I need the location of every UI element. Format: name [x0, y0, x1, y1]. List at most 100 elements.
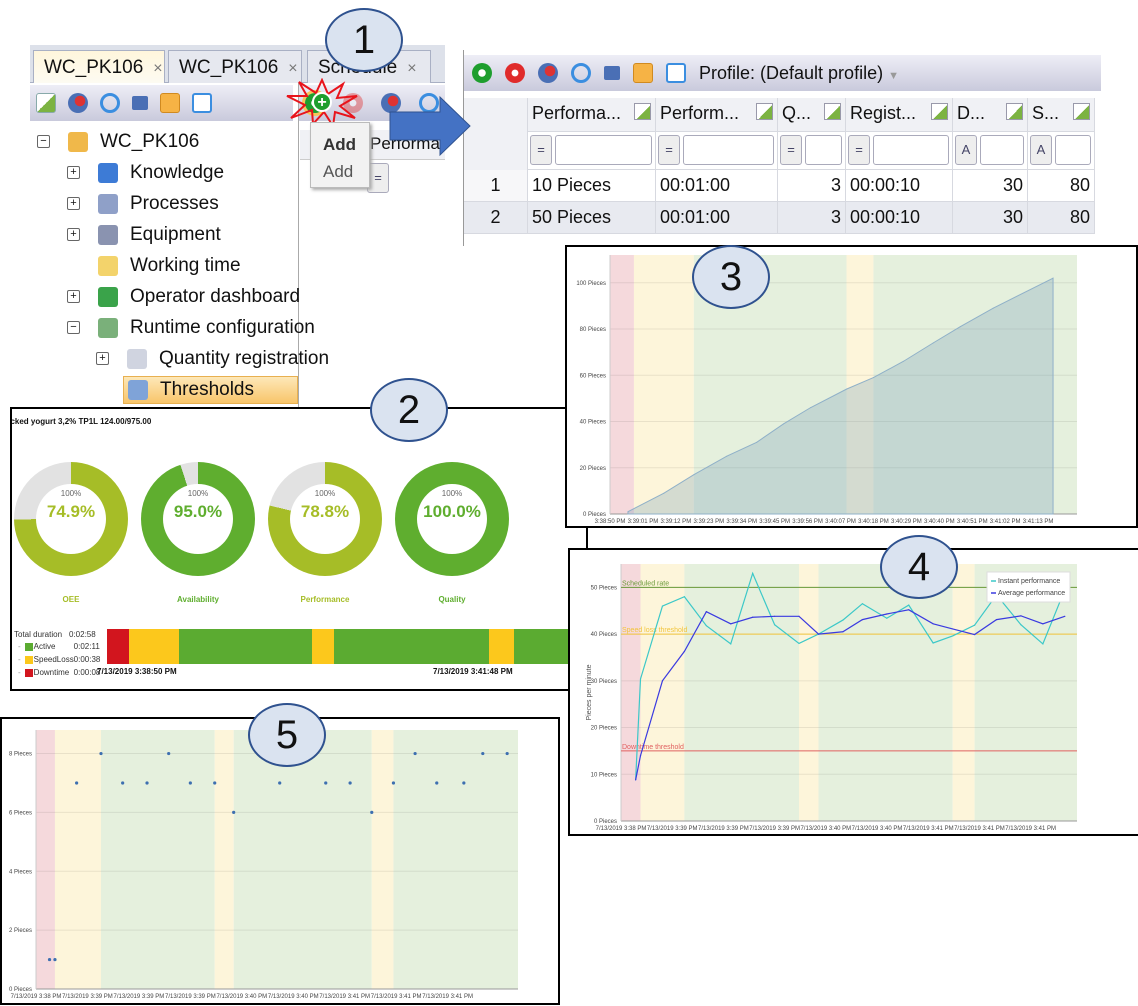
tree-item[interactable]: WC_PK106: [68, 128, 199, 156]
filter-input[interactable]: [1055, 135, 1091, 165]
filter-text-icon[interactable]: A: [1030, 135, 1052, 165]
expand-icon[interactable]: +: [96, 352, 109, 365]
x-tick-label: 7/13/2019 3:40 PM: [216, 994, 267, 1000]
band-downtime: [610, 255, 634, 514]
tree-item[interactable]: Processes: [98, 190, 219, 218]
tab-wc-pk106-2[interactable]: WC_PK106 ×: [168, 50, 302, 83]
find-icon[interactable]: [68, 93, 88, 113]
column-header[interactable]: Performa...: [528, 98, 656, 132]
donut-label: OEE: [62, 595, 80, 604]
edit-column-icon[interactable]: [1073, 103, 1090, 120]
edit-column-icon[interactable]: [824, 103, 841, 120]
tree-item[interactable]: Quantity registration: [127, 345, 329, 373]
filter-input[interactable]: [683, 135, 774, 165]
collapse-icon[interactable]: −: [37, 135, 50, 148]
tree-item[interactable]: Operator dashboard: [98, 283, 300, 311]
filter-equals-icon[interactable]: =: [530, 135, 552, 165]
clipboard-icon[interactable]: [633, 63, 653, 83]
profile-dropdown[interactable]: Profile: (Default profile) ▼: [699, 63, 899, 84]
y-tick-label: 20 Pieces: [580, 466, 606, 472]
legend-label: Active: [33, 642, 56, 651]
close-icon[interactable]: ×: [407, 60, 416, 77]
close-icon[interactable]: ×: [288, 60, 297, 77]
edit-column-icon[interactable]: [931, 103, 948, 120]
x-tick-label: 7/13/2019 3:41 PM: [319, 994, 370, 1000]
dashboard-icon: [98, 287, 118, 307]
tree-item[interactable]: Knowledge: [98, 159, 224, 187]
data-point: [53, 957, 57, 962]
x-tick-label: 7/13/2019 3:41 PM: [954, 826, 1005, 832]
add-icon[interactable]: [472, 63, 492, 83]
tree-item[interactable]: Working time: [98, 252, 241, 280]
filter-text-icon[interactable]: A: [955, 135, 977, 165]
add-row-icon[interactable]: [604, 66, 620, 80]
table-cell[interactable]: 3: [778, 170, 846, 202]
table-cell[interactable]: 10 Pieces: [528, 170, 656, 202]
x-tick-label: 3:39:12 PM: [661, 519, 692, 525]
band-downtime: [621, 564, 641, 821]
data-point: [99, 751, 103, 756]
filter-input[interactable]: [555, 135, 652, 165]
collapse-icon[interactable]: −: [67, 321, 80, 334]
tree-item[interactable]: Thresholds: [123, 376, 298, 404]
filter-input[interactable]: [805, 135, 842, 165]
band-active: [233, 730, 372, 989]
tab-wc-pk106-1[interactable]: WC_PK106 ×: [33, 50, 165, 83]
window-add-icon[interactable]: [666, 63, 686, 83]
tooltip-text: Add: [323, 162, 354, 181]
edit-icon[interactable]: [36, 93, 56, 113]
table-cell[interactable]: 00:00:10: [846, 202, 953, 234]
expand-icon[interactable]: +: [67, 166, 80, 179]
expand-icon[interactable]: +: [67, 228, 80, 241]
legend-swatch: [24, 668, 33, 677]
column-header[interactable]: Perform...: [656, 98, 778, 132]
expand-icon[interactable]: +: [67, 197, 80, 210]
x-tick-label: 7/13/2019 3:38 PM: [11, 994, 62, 1000]
tree-item[interactable]: Runtime configuration: [98, 314, 315, 342]
column-header[interactable]: S...: [1028, 98, 1095, 132]
oee-panel: acked yogurt 3,2% TP1L 124.00/975.00 100…: [10, 407, 588, 691]
threshold-label: Scheduled rate: [622, 580, 669, 587]
filter-equals-icon[interactable]: =: [848, 135, 870, 165]
tree-item[interactable]: Equipment: [98, 221, 221, 249]
filter-input[interactable]: [980, 135, 1024, 165]
table-cell[interactable]: 80: [1028, 170, 1095, 202]
table-cell[interactable]: 00:01:00: [656, 202, 778, 234]
y-tick-label: 40 Pieces: [591, 632, 617, 638]
edit-column-icon[interactable]: [756, 103, 773, 120]
filter-operator-button[interactable]: =: [367, 163, 389, 193]
expand-icon[interactable]: +: [67, 290, 80, 303]
table-cell[interactable]: 00:00:10: [846, 170, 953, 202]
refresh-icon[interactable]: [100, 93, 120, 113]
table-cell[interactable]: 50 Pieces: [528, 202, 656, 234]
y-tick-label: 40 Pieces: [580, 420, 606, 426]
delete-icon[interactable]: [505, 63, 525, 83]
table-cell[interactable]: 30: [953, 202, 1028, 234]
filter-equals-icon[interactable]: =: [780, 135, 802, 165]
column-header[interactable]: Regist...: [846, 98, 953, 132]
quantity-icon: [127, 349, 147, 369]
edit-column-icon[interactable]: [1006, 103, 1023, 120]
data-point: [886, 617, 888, 619]
row-index[interactable]: 2: [464, 202, 528, 234]
table-cell[interactable]: 80: [1028, 202, 1095, 234]
add-row-icon[interactable]: [132, 96, 148, 110]
row-index[interactable]: 1: [464, 170, 528, 202]
window-add-icon[interactable]: [192, 93, 212, 113]
table-cell[interactable]: 00:01:00: [656, 170, 778, 202]
y-tick-label: 30 Pieces: [591, 679, 617, 685]
column-header[interactable]: Q...: [778, 98, 846, 132]
refresh-icon[interactable]: [571, 63, 591, 83]
band-speedloss: [371, 730, 394, 989]
close-icon[interactable]: ×: [153, 60, 162, 77]
clipboard-icon[interactable]: [160, 93, 180, 113]
table-cell[interactable]: 30: [953, 170, 1028, 202]
filter-equals-icon[interactable]: =: [658, 135, 680, 165]
table-cell[interactable]: 3: [778, 202, 846, 234]
filter-input[interactable]: [873, 135, 949, 165]
edit-column-icon[interactable]: [634, 103, 651, 120]
column-header[interactable]: D...: [953, 98, 1028, 132]
find-icon[interactable]: [538, 63, 558, 83]
data-point: [639, 754, 642, 757]
column-header-label: S...: [1032, 103, 1060, 123]
